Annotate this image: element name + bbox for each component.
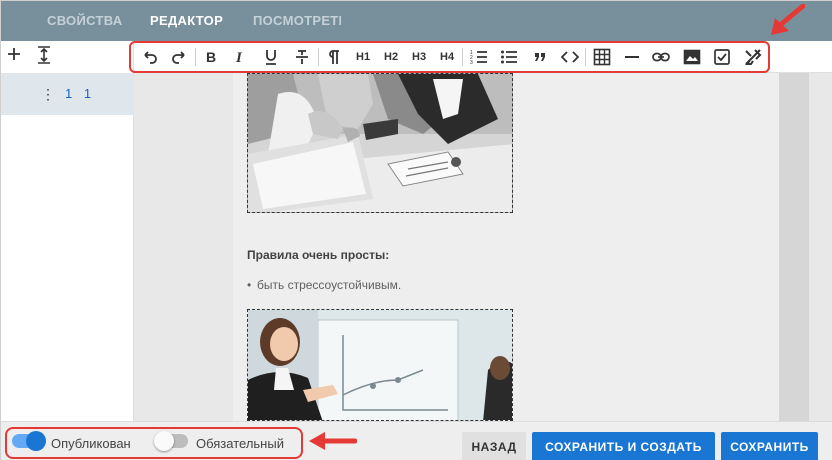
red-arrow-icon — [309, 432, 357, 450]
editor-scroll-gutter — [779, 73, 809, 421]
sidebar-tools — [1, 41, 133, 73]
tab-properties[interactable]: СВОЙСТВА — [47, 13, 122, 28]
back-button[interactable]: НАЗАД — [462, 432, 526, 460]
more-vert-icon[interactable]: ⋮ — [41, 86, 55, 103]
plus-icon[interactable] — [7, 45, 21, 66]
save-button[interactable]: СОХРАНИТЬ — [721, 432, 818, 460]
meeting-photo — [248, 74, 512, 212]
tab-editor[interactable]: РЕДАКТОР — [150, 13, 223, 28]
content-bullet-item: быть стрессоустойчивым. — [247, 278, 401, 292]
red-arrow-icon — [771, 4, 805, 35]
tab-bar: СВОЙСТВА РЕДАКТОР ПОСМОТРЕТЬ — [1, 1, 832, 41]
content-image-presenter[interactable] — [247, 309, 513, 421]
toolbar-highlight-box — [129, 41, 770, 73]
content-image-meeting[interactable] — [247, 73, 513, 213]
vertical-expand-icon[interactable] — [37, 46, 51, 69]
content-heading: Правила очень просты: — [247, 248, 390, 262]
sidebar-item-label: 1 1 — [65, 86, 96, 101]
sidebar-item-page[interactable]: ⋮ 1 1 — [1, 73, 134, 115]
screen: СВОЙСТВА РЕДАКТОР ПОСМОТРЕТЬ ⋮ 1 1 B I H… — [0, 0, 832, 460]
save-and-create-button[interactable]: СОХРАНИТЬ И СОЗДАТЬ — [532, 432, 715, 460]
presenter-photo — [248, 310, 512, 420]
toggles-highlight-box — [5, 427, 303, 459]
sidebar: ⋮ 1 1 — [1, 41, 134, 421]
tab-preview[interactable]: ПОСМОТРЕТЬ — [253, 13, 341, 28]
